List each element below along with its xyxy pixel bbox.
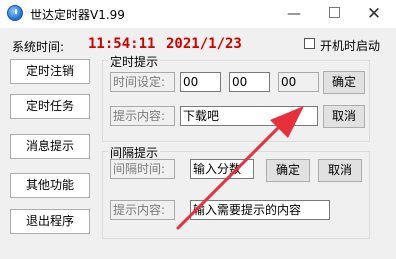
time-setting-label: 时间设定: <box>110 72 175 92</box>
system-date-value: 2021/1/23 <box>166 36 242 52</box>
sidebar-button-messages[interactable]: 消息提示 <box>10 134 90 159</box>
autostart-checkbox[interactable] <box>304 38 315 49</box>
interval-cancel-button[interactable]: 取消 <box>318 159 362 182</box>
window-title: 世达定时器V1.99 <box>30 8 125 22</box>
autostart-label: 开机时启动 <box>320 39 381 53</box>
sidebar-button-logout[interactable]: 定时注销 <box>10 59 90 84</box>
second-input[interactable]: 00 <box>278 72 319 92</box>
system-time-label: 系统时间: <box>12 40 65 54</box>
app-clock-icon <box>7 5 23 21</box>
minute-input[interactable]: 00 <box>229 72 270 92</box>
sidebar-button-other[interactable]: 其他功能 <box>10 173 90 198</box>
sidebar-button-exit[interactable]: 退出程序 <box>10 209 90 234</box>
maximize-icon <box>328 7 340 18</box>
maximize-button[interactable] <box>314 0 354 28</box>
timer-confirm-button[interactable]: 确定 <box>323 71 365 94</box>
sidebar-button-tasks[interactable]: 定时任务 <box>10 94 90 119</box>
system-time-value: 11:54:11 <box>88 36 156 52</box>
hour-input[interactable]: 00 <box>180 72 221 92</box>
minimize-button[interactable]: — <box>274 0 314 28</box>
close-button[interactable]: ✕ <box>354 0 394 28</box>
timer-cancel-button[interactable]: 取消 <box>323 105 365 128</box>
annotation-arrow <box>176 106 304 230</box>
timer-group-title: 定时提示 <box>108 53 161 70</box>
